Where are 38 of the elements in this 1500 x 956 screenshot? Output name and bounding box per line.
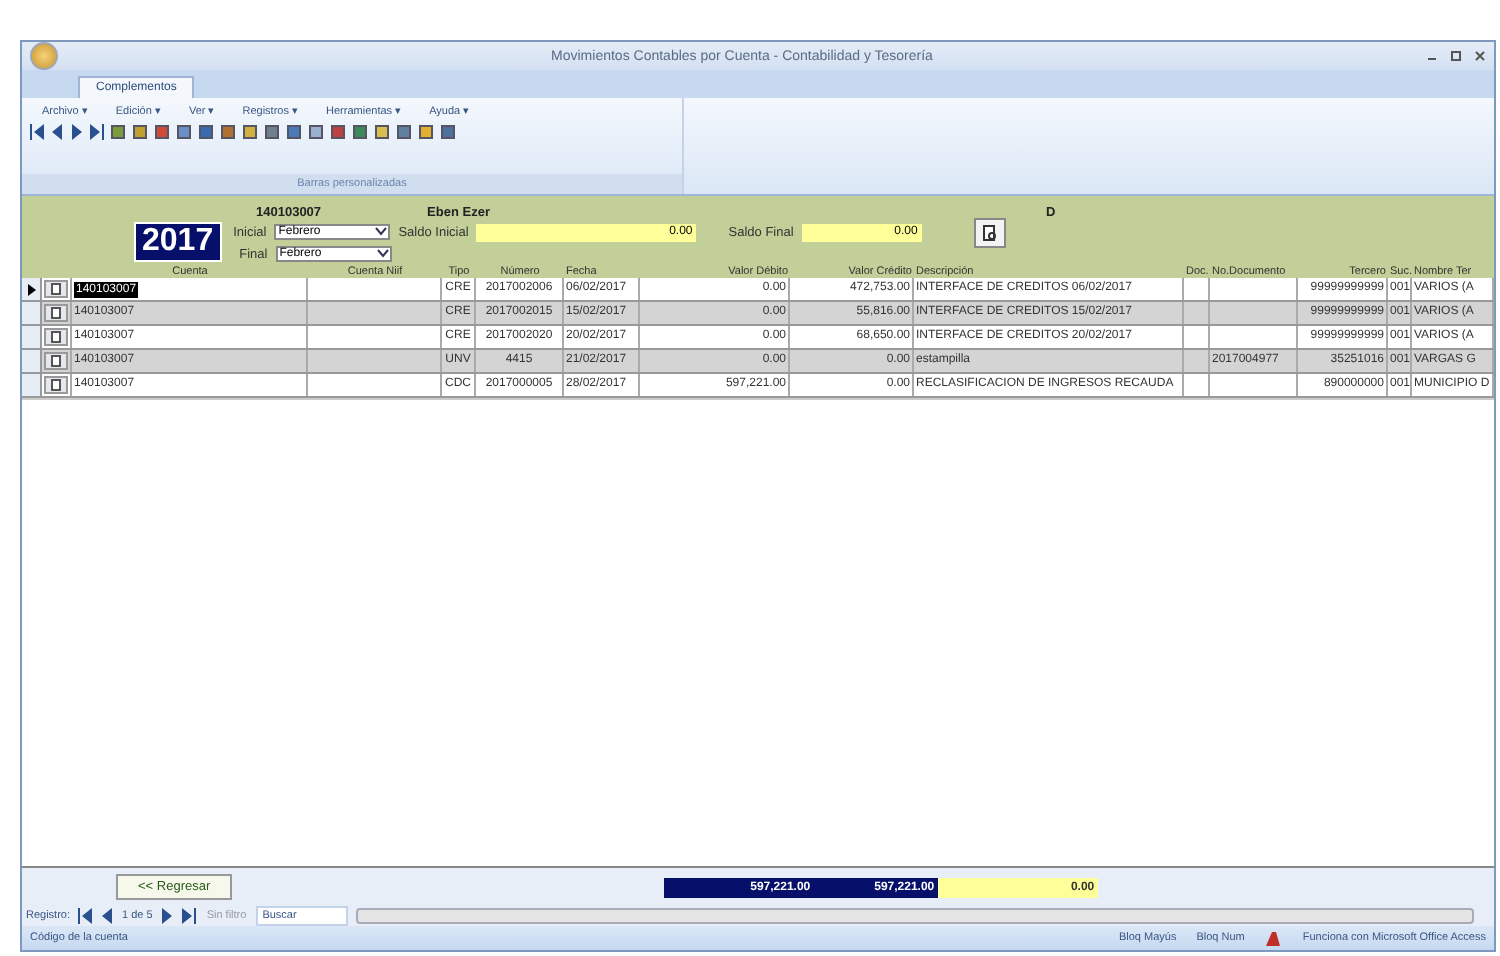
toolbar-square-icon[interactable] (286, 124, 302, 140)
previous-record-icon[interactable] (50, 124, 64, 140)
toolbar-square-icon[interactable] (440, 124, 456, 140)
toolbar-square-icon[interactable] (374, 124, 390, 140)
toolbar-square-icon[interactable] (154, 124, 170, 140)
close-icon[interactable] (1474, 50, 1486, 62)
toolbar-square-icon[interactable] (176, 124, 192, 140)
toolbar-square-icon[interactable] (308, 124, 324, 140)
toolbar-square-icon[interactable] (418, 124, 434, 140)
year-label: 2017 (134, 222, 222, 262)
toolbar-square-icon[interactable] (330, 124, 346, 140)
toolbar-square-icon[interactable] (198, 124, 214, 140)
detail-button-icon[interactable] (44, 304, 68, 322)
detail-button-icon[interactable] (44, 352, 68, 370)
maximize-icon[interactable] (1450, 50, 1462, 62)
first-record-icon[interactable] (78, 908, 93, 924)
access-logo-icon (1264, 929, 1283, 947)
toolbar-square-icon[interactable] (264, 124, 280, 140)
toolbar-square-icon[interactable] (220, 124, 236, 140)
previous-record-icon[interactable] (100, 908, 115, 924)
toolbar-square-icon[interactable] (396, 124, 412, 140)
toolbar-square-icon[interactable] (352, 124, 368, 140)
last-record-icon[interactable] (182, 908, 197, 924)
detail-button-icon[interactable] (44, 328, 68, 346)
toolbar-square-icon[interactable] (242, 124, 258, 140)
last-record-icon[interactable] (90, 124, 104, 140)
next-record-icon[interactable] (160, 908, 175, 924)
toolbar-square-icon[interactable] (110, 124, 126, 140)
horizontal-scrollbar[interactable] (356, 908, 1474, 924)
detail-button-icon[interactable] (44, 280, 68, 298)
detail-button-icon[interactable] (44, 376, 68, 394)
row-selector[interactable] (22, 278, 42, 300)
first-record-icon[interactable] (30, 124, 44, 140)
page-magnifier-icon (981, 223, 998, 241)
preview-button[interactable] (973, 217, 1006, 247)
next-record-icon[interactable] (70, 124, 84, 140)
toolbar-square-icon[interactable] (132, 124, 148, 140)
current-row-icon (27, 283, 35, 295)
